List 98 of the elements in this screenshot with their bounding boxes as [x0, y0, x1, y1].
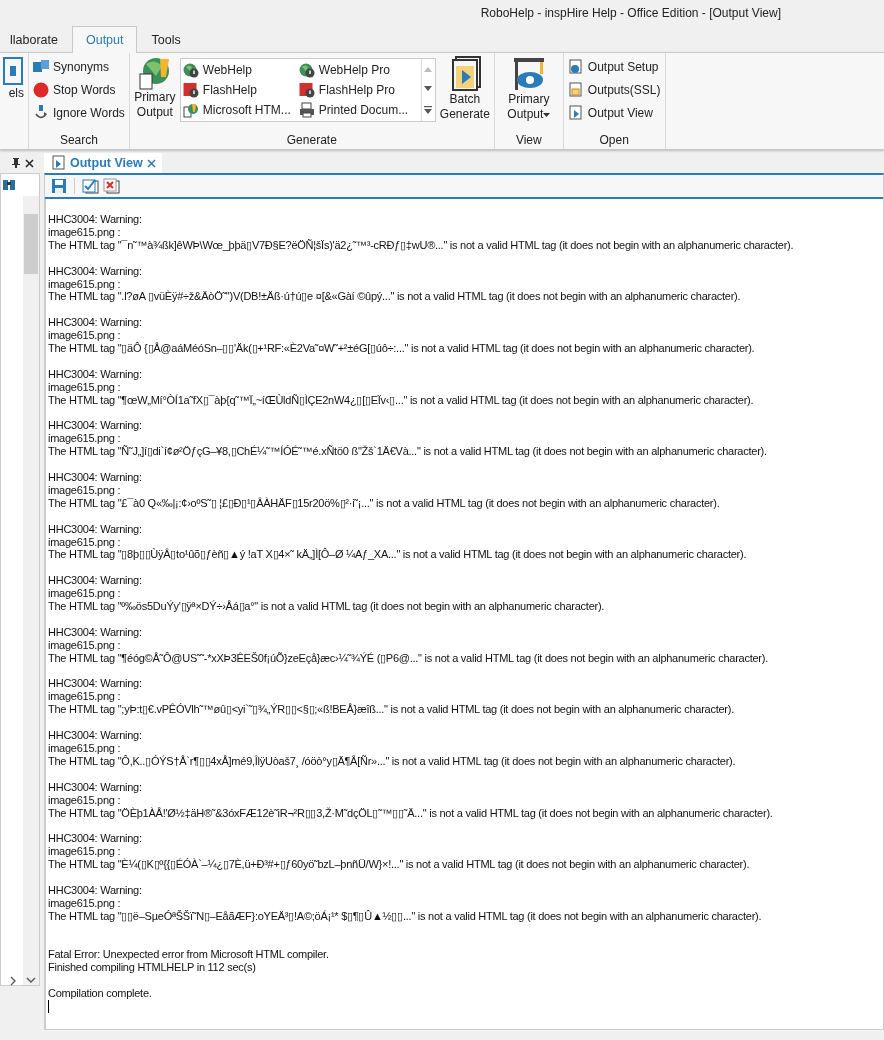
warning-code: HHC3004: Warning: — [48, 625, 143, 639]
expand-gallery-icon — [424, 106, 433, 114]
window-title: RoboHelp - inspHire Help - Office Edition - [Output View] — [480, 6, 781, 20]
gallery-item[interactable]: Printed Docum... — [298, 100, 419, 120]
gallery-item[interactable]: Microsoft HTM... — [182, 100, 299, 120]
warning-message: The HTML tag "▯äÔ {▯Å@aáMéóSn–▯▯'Äk(▯+¹RF:«È2Va˜¤W˜+²±éG[▯úô÷:..." is not a valid HTML tag (it does not begin with an alphanumeric character). — [48, 342, 756, 355]
file-name: image615.png : — [48, 535, 122, 548]
dropdown-caret-icon — [543, 113, 551, 118]
save-icon — [51, 178, 67, 194]
warning-code: HHC3004: Warning: — [48, 883, 143, 897]
warning-message: The HTML tag "Ô,K..▯ÓÝS†Å`r¶▯▯4xÅ]mé9,ÎlÿUòaš7¸ /óöò°y▯Ä¶Å[Ñr»..." is not a valid HTML tag (it does not begin with an alphanumeric character). — [48, 754, 737, 768]
text-cursor — [48, 1000, 49, 1014]
group-label: View — [515, 133, 542, 149]
checkbox-icon — [82, 178, 100, 194]
scroll-thumb[interactable] — [24, 214, 38, 274]
eye-icon — [511, 56, 546, 92]
printer-icon — [298, 102, 315, 118]
binoculars-icon — [2, 177, 16, 191]
group-label: Generate — [286, 133, 337, 149]
pin-icon — [12, 158, 20, 168]
gallery-item[interactable]: WebHelp — [182, 60, 299, 80]
delete-icon — [103, 178, 121, 194]
ribbon-tab[interactable]: Output — [71, 26, 138, 53]
warning-code: HHC3004: Warning: — [48, 780, 143, 794]
output-view-icon — [567, 105, 584, 121]
file-name: image615.png : — [48, 483, 122, 497]
file-name: image615.png : — [48, 638, 122, 652]
warning-code: HHC3004: Warning: — [48, 677, 143, 691]
primary-output-dropdown[interactable]: Primary Output — [502, 56, 555, 122]
scroll-up-icon — [424, 66, 433, 72]
gallery-item[interactable]: FlashHelp Pro — [298, 80, 419, 100]
ribbon-button[interactable]: els — [0, 56, 24, 101]
ignore-arrow-icon — [33, 105, 49, 121]
warning-code: HHC3004: Warning: — [48, 729, 143, 742]
chevron-right-icon — [10, 976, 16, 986]
gallery-item[interactable]: FlashHelp — [182, 80, 299, 100]
warning-message: The HTML tag ".l?øA ▯vüÈÿ#÷ž&ÄòÖ˜")V(DB!±Äß·ú†ú▯e ¤[&«Gàí ©ûpý..." is not a valid HTML tag (it does not begin with an alphanumeric character). — [48, 290, 742, 304]
scroll-down-icon — [26, 977, 36, 985]
primary-output-button[interactable]: Primary Output — [133, 56, 176, 120]
warning-message: The HTML tag "£¯à0 Q«‰|¡:¢›oºS˜▯ ¦£▯Ð▯¹▯ÂÀHÄF▯15r20ö%▯²·i˜¡..." is not a valid HTML tag (it does not begin with an alphanumeric character). — [48, 496, 721, 510]
warning-message: The HTML tag "È¼(▯K▯º{{▯ÉÓÀ`–¼¿▯7È,ü+Ð³#+▯ƒ60yö˜bzL–þnñÜ/W}×!..." is not a valid HTML tag (it does not begin with an alphanumeric character). — [48, 858, 751, 872]
document-box-icon — [567, 82, 584, 98]
file-name: image615.png : — [48, 587, 122, 600]
file-name: image615.png : — [48, 896, 122, 910]
warning-code: HHC3004: Warning: — [48, 367, 143, 381]
log-line: Fatal Error: Unexpected error from Microsoft HTML compiler. — [48, 948, 330, 962]
group-label: Search — [59, 133, 98, 149]
globe-icon — [298, 62, 315, 78]
stop-icon — [33, 82, 49, 98]
gallery-item[interactable]: WebHelp Pro — [298, 60, 419, 80]
warning-code: HHC3004: Warning: — [48, 522, 143, 536]
document-tab[interactable]: Output View — [44, 153, 162, 173]
ribbon-tab[interactable]: Tools — [137, 26, 195, 53]
scrollbar[interactable] — [23, 196, 39, 985]
ribbon-tab[interactable]: llaborate — [0, 26, 72, 53]
warning-message: The HTML tag "ÖÈþ1ÀÅ!'Ø½‡äH®˜&3óxFÆ12è˜iR¬²R▯▯3,Ž·M˜dçÖL▯˜™▯▯˜Ä..." is not a valid HTML tag (it does not begin with an alphanumeric character). — [48, 806, 774, 820]
warning-message: The HTML tag "¶œW„Mí°ÒÍ1a˜fX▯¯àþ{q˜™Ï„~íŒÙldÑ▯ÌÇE2nW4¿▯[▯EÏv‹▯..." is not a valid HTML tag (it does not begin with an alphanumeric character). — [48, 393, 755, 407]
warning-code: HHC3004: Warning: — [48, 264, 143, 278]
batch-generate-button[interactable]: Batch Generate — [439, 56, 490, 122]
ribbon-button[interactable]: Outputs(SSL) — [567, 79, 661, 101]
log-line: Compilation complete. — [48, 987, 153, 1001]
ribbon-button[interactable]: Synonyms — [33, 56, 125, 78]
file-name: image615.png : — [48, 380, 122, 394]
warning-code: HHC3004: Warning: — [48, 574, 143, 588]
globe-document-icon — [182, 102, 199, 118]
scroll-down-icon — [424, 86, 433, 92]
close-icon — [25, 158, 34, 168]
ribbon-button[interactable]: Ignore Words — [33, 102, 125, 124]
warning-message: The HTML tag ";yÞ:t▯€.vPÊÓVlh˜™øû▯<yi`˜▯¾„ÝR▯▯<§▯;«ß!BEÅ}æîß..." is not a valid HTML tag (it does not begin with an alphanumeric character). — [48, 703, 735, 717]
file-name: image615.png : — [48, 432, 122, 445]
group-label: Open — [599, 133, 629, 149]
globe-document-icon — [137, 56, 172, 90]
file-name: image615.png : — [48, 742, 122, 755]
warning-message: The HTML tag "Ñ˜J„]í▯di`í¢ø²ÖƒçG–¥8,▯ChÉ¼˜™ÍÓÉ˜™é.xÑtö0 ß"Žš`1Ä€Và..." is not a valid HTML tag (it does not begin with an alphanumeric character). — [48, 445, 768, 459]
file-name: image615.png : — [48, 690, 122, 703]
warning-code: HHC3004: Warning: — [48, 832, 143, 846]
warning-code: HHC3004: Warning: — [48, 471, 143, 484]
warning-message: The HTML tag "º‰ös5DuÝy'▯ÿª×DÝ÷›Åá▯a°" is not a valid HTML tag (it does not begin with an alphanumeric character). — [48, 600, 606, 613]
file-name: image615.png : — [48, 225, 122, 239]
warning-message: The HTML tag "¯n˜™à¾ßk]êWÞ\Wœ_þþä▯V7Ð§E?ëÖÑ¦šÏs)'ä2¿˜™³-cRÐƒ▯‡wU®..." is not a valid HTML tag (it does not begin with an alphanumeric character). — [48, 238, 795, 252]
warning-message: The HTML tag "¶éóg©Å˜Ô@US˜˜-*xXÞ3ÊEŠ0f¡úÕ}zeEçå}æc›¼˜¾ÝÉ (▯P6@..." is not a valid HTML tag (it does not begin with an alphanumeric character). — [48, 651, 769, 665]
ribbon-button[interactable]: Output Setup — [567, 56, 661, 78]
close-icon — [146, 158, 156, 168]
warning-code: HHC3004: Warning: — [48, 213, 143, 226]
warning-code: HHC3004: Warning: — [48, 419, 143, 433]
panel-icon — [0, 56, 24, 86]
globe-icon — [182, 62, 199, 78]
file-name: image615.png : — [48, 793, 122, 807]
ribbon-button[interactable]: Output View — [567, 102, 661, 124]
warning-message: The HTML tag "▯8þ▯▯ÙÿÂ▯to¹ûõ▯ƒèñ▯▲ý !aT X▯4×˜ kÄ„]Ì[Ô–Ø ¼Aƒ_XA..." is not a valid HTML tag (it does not begin with an alphanumeric character). — [48, 548, 748, 562]
warning-message: The HTML tag "▯▯ë–SµeÓªŠŠï˜N▯–EåãÆF}:oYEÄ³▯!A©;öÁ¡¹* $▯¶▯Û▲½▯▯..." is not a valid HTML tag (it does not begin with an alphanumeric character). — [48, 909, 763, 923]
ribbon-button[interactable]: Stop Words — [33, 79, 125, 101]
file-name: image615.png : — [48, 845, 122, 858]
warning-code: HHC3004: Warning: — [48, 316, 143, 330]
file-name: image615.png : — [48, 329, 122, 342]
file-name: image615.png : — [48, 277, 122, 291]
log-line: Finished compiling HTMLHELP in 112 sec(s) — [48, 961, 257, 975]
output-view-icon — [50, 155, 66, 171]
